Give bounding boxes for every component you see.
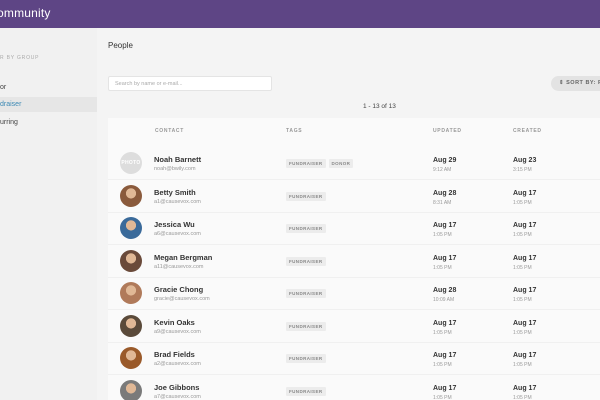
created-date: Aug 17 [513, 384, 537, 392]
updated-date: Aug 28 [433, 189, 457, 197]
search-input[interactable] [108, 76, 272, 91]
contact-email: gracie@causevox.com [154, 296, 210, 302]
sort-button[interactable]: ⇕ SORT BY: REC [551, 76, 600, 91]
tag-badge[interactable]: FUNDRAISER [286, 321, 326, 331]
table-row[interactable]: Jessica Wu a6@causevox.com FUNDRAISER Aug 1… [108, 213, 600, 245]
tag-list: FUNDRAISER [286, 289, 326, 298]
updated-date: Aug 17 [433, 319, 457, 327]
contact-email: a6@causevox.com [154, 231, 201, 237]
avatar[interactable] [120, 249, 142, 272]
table-row[interactable]: Brad Fields a2@causevox.com FUNDRAISER Aug … [108, 343, 600, 375]
contact-email: a7@causevox.com [154, 393, 201, 400]
updated-time: 10:09 AM [433, 297, 455, 303]
contact-name[interactable]: Brad Fields [154, 350, 195, 359]
updated-date: Aug 17 [433, 222, 457, 229]
table-row[interactable]: Gracie Chong gracie@causevox.com FUNDRAISE… [108, 278, 600, 310]
column-header-created[interactable]: CREATED [513, 128, 542, 134]
contact-name[interactable]: Jessica Wu [154, 220, 195, 229]
table-row[interactable]: Joe Gibbons a7@causevox.com FUNDRAISER Aug … [108, 376, 600, 400]
updated-date: Aug 17 [433, 352, 457, 359]
people-table: CONTACT TAGS UPDATED CREATED PHOTO Noah B… [108, 118, 600, 400]
created-time: 1:05 PM [513, 362, 532, 368]
created-time: 3:15 PM [513, 167, 532, 173]
avatar[interactable] [120, 282, 142, 304]
tag-list: FUNDRAISER DONOR [286, 159, 354, 168]
created-date: Aug 17 [513, 189, 537, 197]
created-date: Aug 17 [513, 254, 537, 262]
contact-email: noah@bwily.com [154, 166, 196, 172]
updated-date: Aug 28 [433, 287, 457, 294]
sidebar-item-donor[interactable]: or [0, 80, 97, 95]
contact-name[interactable]: Megan Bergman [154, 253, 212, 262]
avatar[interactable] [120, 347, 142, 369]
contact-name[interactable]: Noah Barnett [154, 155, 201, 164]
updated-time: 1:05 PM [433, 264, 452, 271]
contact-name[interactable]: Kevin Oaks [154, 318, 195, 327]
avatar[interactable] [120, 379, 142, 400]
tag-list: FUNDRAISER [286, 354, 326, 363]
result-count: 1 - 13 of 13 [363, 103, 396, 110]
table-row[interactable]: Betty Smith a1@causevox.com FUNDRAISER Aug … [108, 181, 600, 213]
sidebar: R BY GROUP or draiser urring [0, 28, 97, 400]
updated-time: 1:05 PM [433, 232, 452, 238]
tag-badge[interactable]: DONOR [328, 159, 354, 168]
tag-badge[interactable]: FUNDRAISER [286, 224, 326, 233]
contact-email: a9@causevox.com [154, 328, 201, 335]
tag-list: FUNDRAISER [286, 256, 326, 266]
created-time: 1:05 PM [513, 329, 532, 336]
filter-by-group-label: R BY GROUP [0, 55, 40, 61]
contact-name[interactable]: Betty Smith [154, 188, 196, 197]
updated-date: Aug 17 [433, 254, 457, 262]
tag-list: FUNDRAISER [286, 321, 326, 331]
created-time: 1:05 PM [513, 297, 532, 303]
contact-name[interactable]: Joe Gibbons [154, 383, 199, 392]
updated-time: 1:05 PM [433, 362, 452, 368]
created-time: 1:05 PM [513, 264, 532, 271]
tag-badge[interactable]: FUNDRAISER [286, 191, 326, 201]
created-date: Aug 17 [513, 287, 537, 294]
created-time: 1:05 PM [513, 394, 532, 400]
sidebar-item-recurring[interactable]: urring [0, 115, 97, 130]
tag-badge[interactable]: FUNDRAISER [286, 256, 326, 266]
updated-time: 1:05 PM [433, 329, 452, 336]
updated-date: Aug 29 [433, 157, 457, 164]
created-time: 1:05 PM [513, 232, 532, 238]
contact-name[interactable]: Gracie Chong [154, 285, 203, 294]
tag-badge[interactable]: FUNDRAISER [286, 354, 326, 363]
created-date: Aug 17 [513, 319, 537, 327]
contact-email: a11@causevox.com [154, 263, 204, 270]
avatar[interactable] [120, 314, 142, 337]
table-row[interactable]: Megan Bergman a11@causevox.com FUNDRAISER A… [108, 246, 600, 278]
column-header-updated[interactable]: UPDATED [433, 128, 462, 134]
created-date: Aug 17 [513, 352, 537, 359]
main-content: People ⇕ SORT BY: REC 1 - 13 of 13 CONTA… [97, 28, 600, 400]
tag-badge[interactable]: FUNDRAISER [286, 386, 326, 396]
updated-time: 9:12 AM [433, 167, 452, 173]
avatar[interactable]: PHOTO [120, 152, 142, 174]
updated-time: 8:31 AM [433, 199, 452, 206]
column-header-tags[interactable]: TAGS [286, 128, 302, 134]
tag-badge[interactable]: FUNDRAISER [286, 289, 326, 298]
tag-badge[interactable]: FUNDRAISER [286, 159, 326, 168]
created-date: Aug 17 [513, 222, 537, 229]
table-row[interactable]: Kevin Oaks a9@causevox.com FUNDRAISER Aug 1… [108, 311, 600, 343]
tag-list: FUNDRAISER [286, 191, 326, 201]
updated-date: Aug 17 [433, 384, 457, 392]
created-time: 1:05 PM [513, 199, 532, 206]
avatar[interactable] [120, 217, 142, 239]
table-row[interactable]: PHOTO Noah Barnett noah@bwily.com FUNDRAISE… [108, 148, 600, 180]
tag-list: FUNDRAISER [286, 386, 326, 396]
contact-email: a1@causevox.com [154, 198, 201, 205]
created-date: Aug 23 [513, 157, 537, 164]
contact-email: a2@causevox.com [154, 361, 201, 367]
page-title: People [108, 41, 133, 50]
top-bar: ommunity [0, 0, 600, 28]
column-header-contact[interactable]: CONTACT [155, 128, 184, 134]
app-title[interactable]: ommunity [0, 6, 51, 20]
sidebar-item-fundraiser[interactable]: draiser [0, 97, 97, 112]
avatar[interactable] [120, 184, 142, 207]
tag-list: FUNDRAISER [286, 224, 326, 233]
updated-time: 1:05 PM [433, 394, 452, 400]
